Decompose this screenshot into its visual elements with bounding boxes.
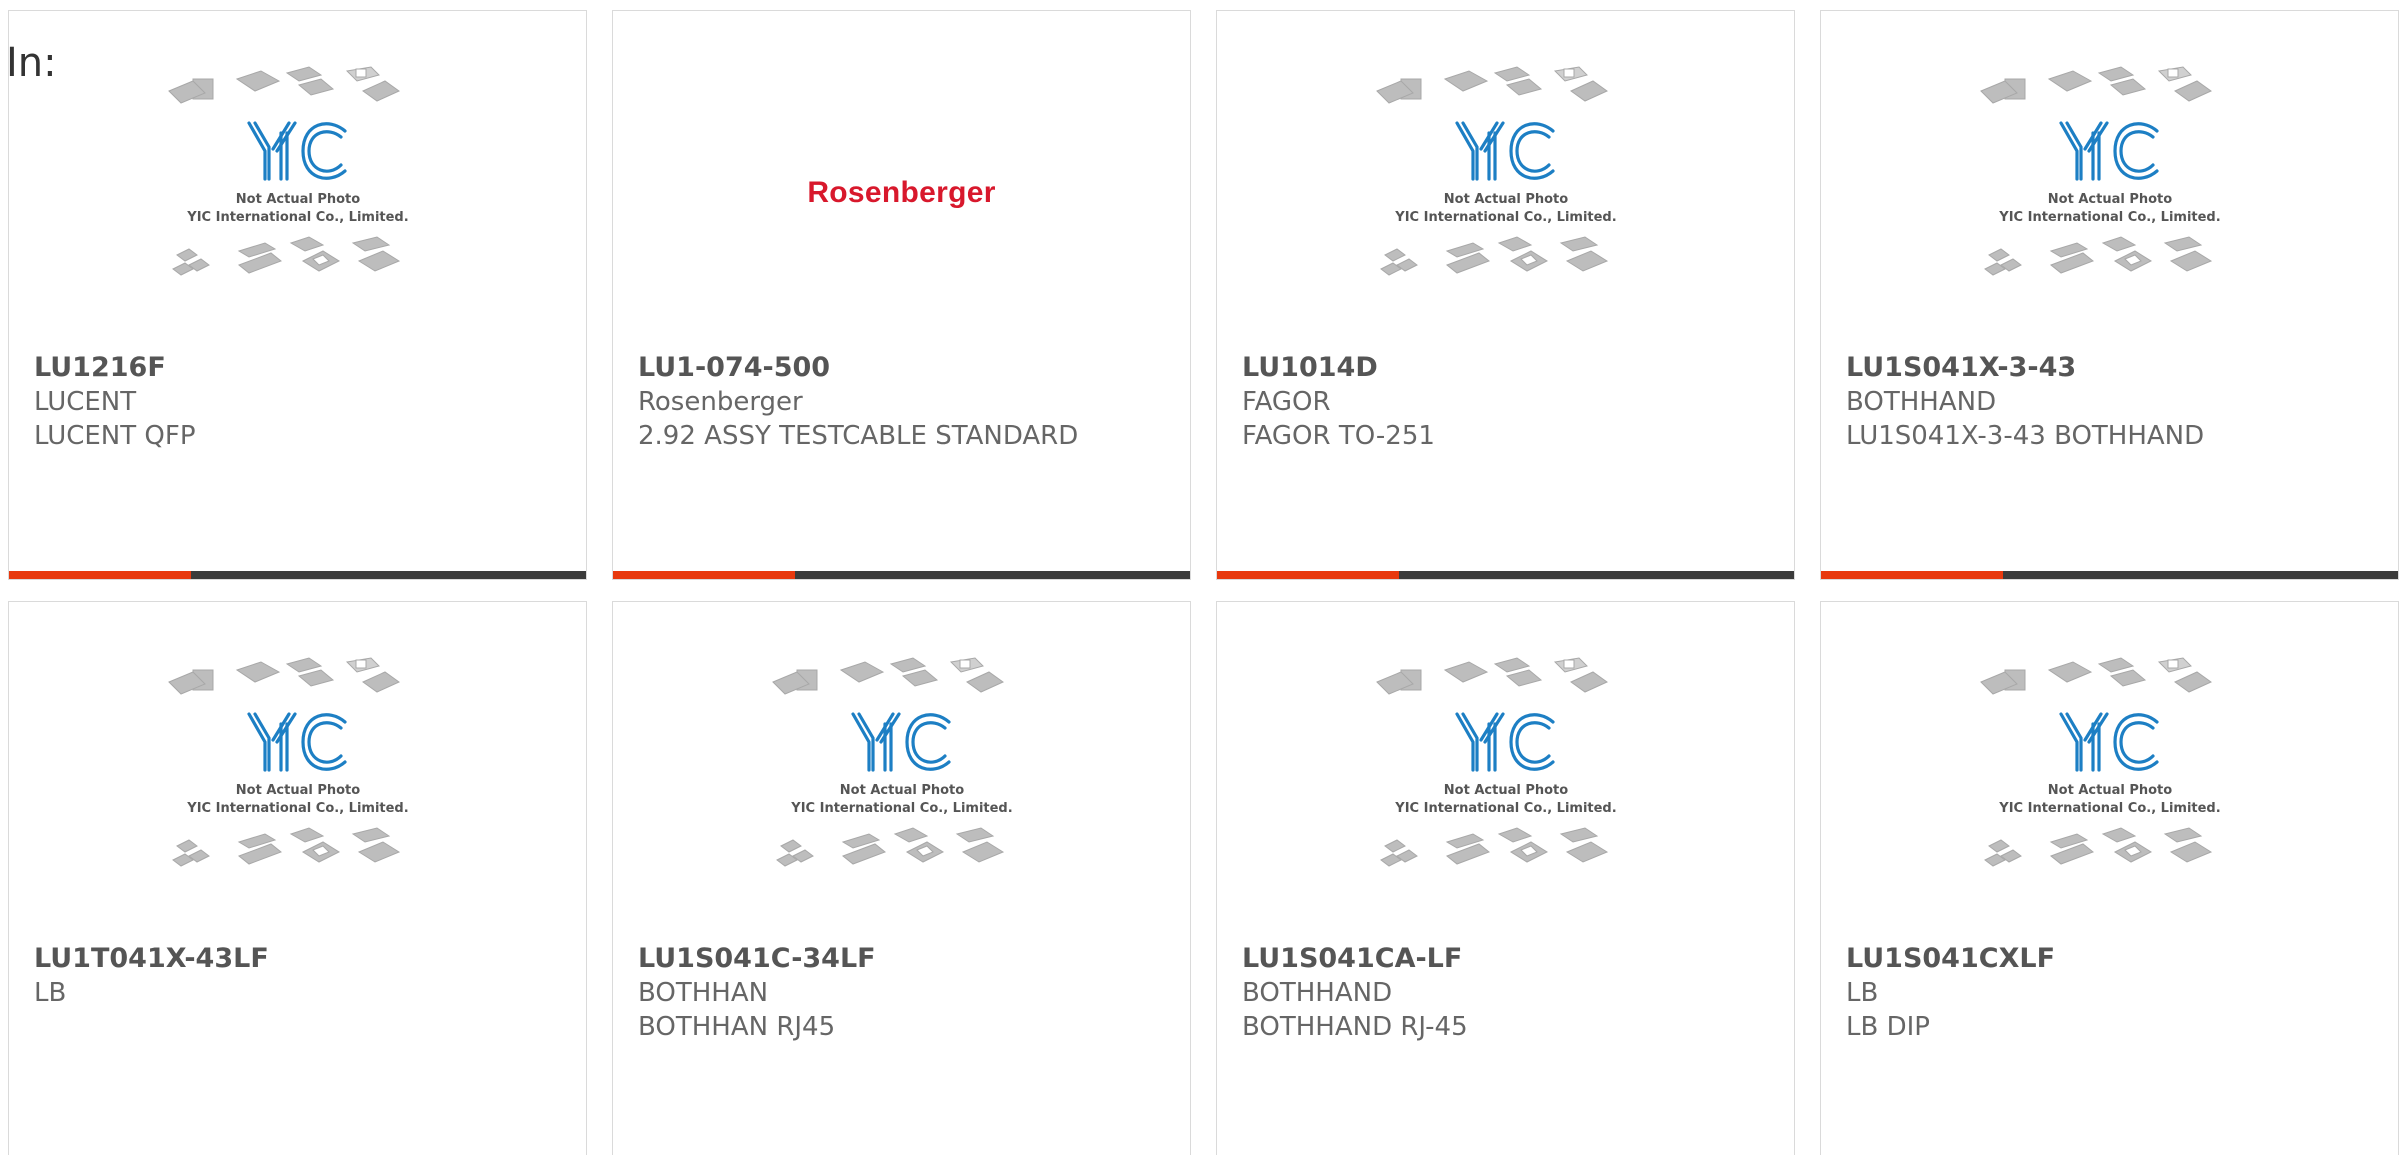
- part-number-link[interactable]: LU1014D: [1242, 351, 1772, 385]
- placeholder-line2: YIC International Co., Limited.: [790, 801, 1012, 816]
- product-card[interactable]: Not Actual Photo YIC International Co., …: [8, 10, 587, 580]
- brand-logo: Rosenberger: [807, 176, 996, 209]
- part-number-link[interactable]: LU1S041CXLF: [1846, 942, 2376, 976]
- not-actual-photo-placeholder-icon: Not Actual Photo YIC International Co., …: [167, 66, 408, 276]
- part-number-link[interactable]: LU1-074-500: [638, 351, 1168, 385]
- manufacturer: BOTHHAND: [1242, 978, 1393, 1008]
- not-actual-photo-placeholder-icon: Not Actual Photo YIC International Co., …: [167, 657, 408, 867]
- placeholder-line2: YIC International Co., Limited.: [186, 801, 408, 816]
- not-actual-photo-placeholder-icon: Not Actual Photo YIC International Co., …: [1375, 657, 1616, 867]
- part-number-link[interactable]: LU1216F: [34, 351, 564, 385]
- not-actual-photo-placeholder-icon: Not Actual Photo YIC International Co., …: [1979, 657, 2220, 867]
- description: 2.92 ASSY TESTCABLE STANDARD: [638, 421, 1079, 451]
- product-card[interactable]: Rosenberger LU1-074-500 Rosenberger 2.92 A…: [612, 10, 1191, 580]
- placeholder-line1: Not Actual Photo: [839, 783, 963, 798]
- product-info: LU1216F LUCENT LUCENT QFP: [34, 351, 564, 453]
- card-accent-bar: [9, 571, 586, 579]
- product-info: LU1S041CA-LF BOTHHAND BOTHHAND RJ-45: [1242, 942, 1772, 1044]
- product-listing-page: In: Not Actual Photo YIC International C…: [0, 0, 2400, 1155]
- filter-label: In:: [6, 40, 57, 86]
- product-info: LU1S041CXLF LB LB DIP: [1846, 942, 2376, 1044]
- product-image[interactable]: Not Actual Photo YIC International Co., …: [1217, 642, 1794, 942]
- manufacturer: LB: [1846, 978, 1879, 1008]
- product-info: LU1T041X-43LF LB: [34, 942, 564, 1010]
- description: LU1S041X-3-43 BOTHHAND: [1846, 421, 2205, 451]
- product-card[interactable]: Not Actual Photo YIC International Co., …: [1216, 10, 1795, 580]
- description: BOTHHAN RJ45: [638, 1012, 836, 1042]
- product-image[interactable]: Not Actual Photo YIC International Co., …: [613, 642, 1190, 942]
- not-actual-photo-placeholder-icon: Not Actual Photo YIC International Co., …: [1979, 66, 2220, 276]
- product-image[interactable]: Not Actual Photo YIC International Co., …: [1217, 51, 1794, 351]
- manufacturer: BOTHHAND: [1846, 387, 1997, 417]
- manufacturer: BOTHHAN: [638, 978, 769, 1008]
- not-actual-photo-placeholder-icon: Not Actual Photo YIC International Co., …: [771, 657, 1012, 867]
- part-number-link[interactable]: LU1T041X-43LF: [34, 942, 564, 976]
- product-card[interactable]: Not Actual Photo YIC International Co., …: [1216, 601, 1795, 1155]
- placeholder-line1: Not Actual Photo: [2047, 783, 2171, 798]
- product-info: LU1S041C-34LF BOTHHAN BOTHHAN RJ45: [638, 942, 1168, 1044]
- product-image[interactable]: Not Actual Photo YIC International Co., …: [9, 51, 586, 351]
- card-accent-bar-highlight: [1217, 571, 1399, 579]
- card-accent-bar: [1821, 571, 2398, 579]
- product-card[interactable]: Not Actual Photo YIC International Co., …: [612, 601, 1191, 1155]
- product-card[interactable]: Not Actual Photo YIC International Co., …: [1820, 10, 2399, 580]
- part-number-link[interactable]: LU1S041X-3-43: [1846, 351, 2376, 385]
- placeholder-line2: YIC International Co., Limited.: [1394, 801, 1616, 816]
- manufacturer: FAGOR: [1242, 387, 1331, 417]
- product-card[interactable]: Not Actual Photo YIC International Co., …: [1820, 601, 2399, 1155]
- product-image[interactable]: Rosenberger: [613, 51, 1190, 351]
- placeholder-line1: Not Actual Photo: [235, 783, 359, 798]
- not-actual-photo-placeholder-icon: Not Actual Photo YIC International Co., …: [1375, 66, 1616, 276]
- description: FAGOR TO-251: [1242, 421, 1435, 451]
- placeholder-line1: Not Actual Photo: [1443, 192, 1567, 207]
- product-card[interactable]: Not Actual Photo YIC International Co., …: [8, 601, 587, 1155]
- placeholder-line2: YIC International Co., Limited.: [1394, 210, 1616, 225]
- product-image[interactable]: Not Actual Photo YIC International Co., …: [1821, 642, 2398, 942]
- product-image[interactable]: Not Actual Photo YIC International Co., …: [9, 642, 586, 942]
- product-grid: Not Actual Photo YIC International Co., …: [8, 10, 2400, 1155]
- product-image[interactable]: Not Actual Photo YIC International Co., …: [1821, 51, 2398, 351]
- product-info: LU1-074-500 Rosenberger 2.92 ASSY TESTCABL…: [638, 351, 1168, 453]
- placeholder-line2: YIC International Co., Limited.: [1998, 801, 2220, 816]
- placeholder-line1: Not Actual Photo: [1443, 783, 1567, 798]
- card-accent-bar-highlight: [9, 571, 191, 579]
- manufacturer: Rosenberger: [638, 387, 803, 417]
- card-accent-bar-highlight: [1821, 571, 2003, 579]
- manufacturer: LUCENT: [34, 387, 137, 417]
- placeholder-line1: Not Actual Photo: [2047, 192, 2171, 207]
- card-accent-bar: [1217, 571, 1794, 579]
- description: LB DIP: [1846, 1012, 1930, 1042]
- part-number-link[interactable]: LU1S041C-34LF: [638, 942, 1168, 976]
- card-accent-bar: [613, 571, 1190, 579]
- product-info: LU1014D FAGOR FAGOR TO-251: [1242, 351, 1772, 453]
- part-number-link[interactable]: LU1S041CA-LF: [1242, 942, 1772, 976]
- description: BOTHHAND RJ-45: [1242, 1012, 1468, 1042]
- placeholder-line2: YIC International Co., Limited.: [186, 210, 408, 225]
- card-accent-bar-highlight: [613, 571, 795, 579]
- placeholder-line1: Not Actual Photo: [235, 192, 359, 207]
- manufacturer: LB: [34, 978, 67, 1008]
- placeholder-line2: YIC International Co., Limited.: [1998, 210, 2220, 225]
- product-info: LU1S041X-3-43 BOTHHAND LU1S041X-3-43 BOTHH…: [1846, 351, 2376, 453]
- description: LUCENT QFP: [34, 421, 196, 451]
